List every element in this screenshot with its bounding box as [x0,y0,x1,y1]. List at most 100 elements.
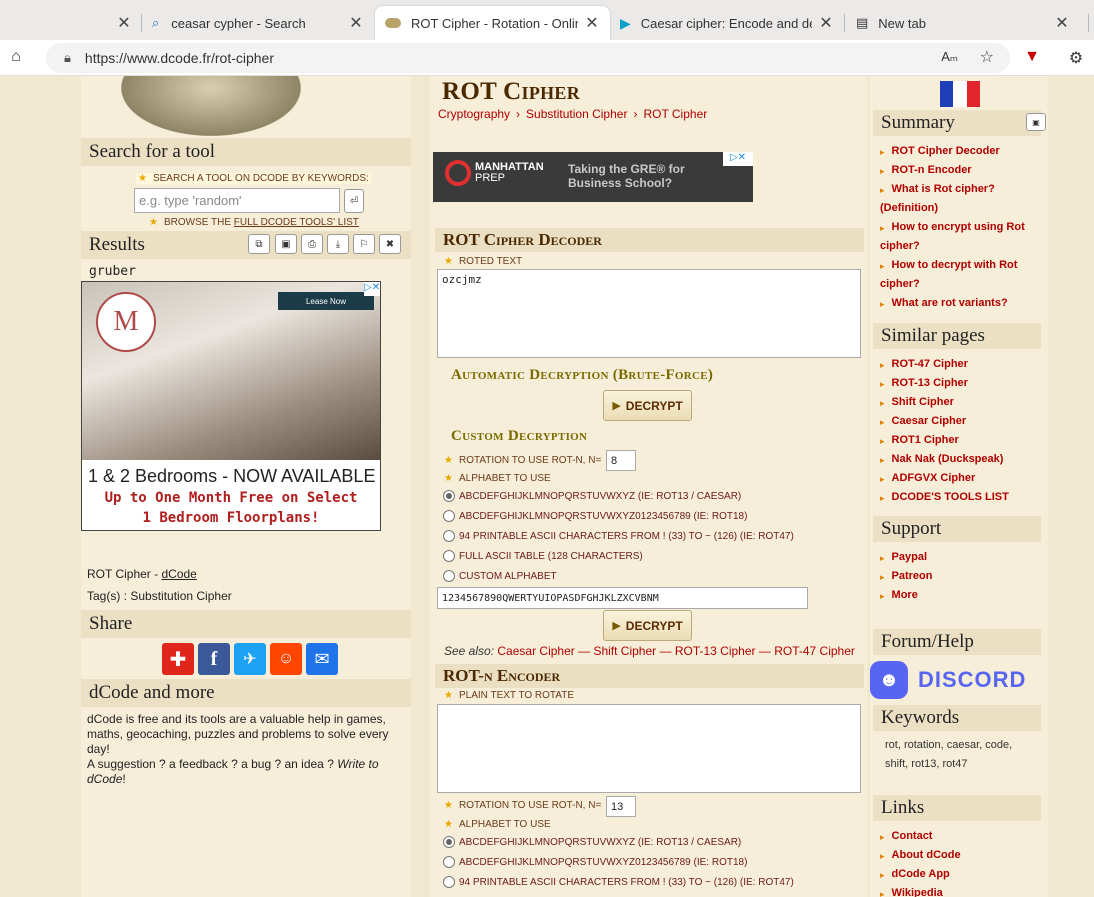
ad-choices-icon[interactable]: ▷✕ [364,282,380,296]
alphabet-option-ascii[interactable]: FULL ASCII TABLE (128 CHARACTERS) [443,550,643,562]
read-aloud-icon[interactable]: Aₘ [941,49,958,65]
support-paypal[interactable]: ▸ Paypal [880,551,927,564]
breadcrumb-cryptography[interactable]: Cryptography [438,107,510,121]
links-contact[interactable]: ▸ Contact [880,830,932,843]
french-flag-icon[interactable] [940,81,980,107]
ad-choices-icon[interactable]: ▷✕ [723,152,753,166]
favorite-add-icon[interactable]: ☆ [980,47,994,67]
links-wikipedia[interactable]: ▸ Wikipedia [880,887,943,897]
close-icon[interactable]: ✕ [584,13,600,33]
alphabet-option-custom[interactable]: CUSTOM ALPHABET [443,570,557,582]
close-results-icon[interactable]: ✖ [379,234,401,254]
reddit-icon[interactable]: ☺ [270,643,302,675]
close-icon[interactable]: ✕ [818,13,834,33]
search-submit-icon[interactable]: ⏎ [344,189,364,213]
twitter-icon[interactable]: ✈ [234,643,266,675]
tags: Tag(s) : Substitution Cipher [87,589,232,603]
summary-definition[interactable]: (Definition) [880,202,938,214]
tab-1[interactable]: ✕ [0,6,142,40]
collapse-summary-icon[interactable]: ▣ [1026,113,1046,131]
encoder-option-rot47[interactable]: 94 PRINTABLE ASCII CHARACTERS FROM ! (33… [443,876,794,888]
tab-3[interactable]: ROT Cipher - Rotation - Online R ✕ [375,6,610,40]
summary-encrypt[interactable]: ▸ How to encrypt using Rot [880,221,1025,234]
more-text: dCode is free and its tools are a valuab… [87,712,389,786]
plain-textarea[interactable] [437,704,861,793]
similar-adfgvx[interactable]: ▸ ADFGVX Cipher [880,472,975,485]
breadcrumb: Cryptography › Substitution Cipher › ROT C… [438,107,708,121]
decrypt-auto-button[interactable]: ▶ DECRYPT [603,390,692,421]
extension-icon[interactable]: ▼ [1022,48,1042,66]
email-icon[interactable]: ✉ [306,643,338,675]
custom-alphabet-input[interactable]: 1234567890QWERTYUIOPASDFGHJKLZXCVBNM [437,587,808,609]
summary-encoder[interactable]: ▸ ROT-n Encoder [880,164,972,177]
newtab-icon: ▤ [856,15,869,30]
support-patreon[interactable]: ▸ Patreon [880,570,933,583]
alphabet-option-rot13[interactable]: ABCDEFGHIJKLMNOPQRSTUVWXYZ (IE: ROT13 / … [443,490,741,502]
tab-2[interactable]: ⌕ ceasar cypher - Search ✕ [142,6,374,40]
see-also-rot47[interactable]: ROT-47 Cipher [774,644,855,658]
pin-icon[interactable]: ⚐ [353,234,375,254]
screenshot-icon[interactable]: ▣ [275,234,297,254]
see-also-rot13[interactable]: ROT-13 Cipher [675,644,756,658]
encoder-option-rot18[interactable]: ABCDEFGHIJKLMNOPQRSTUVWXYZ0123456789 (IE… [443,856,747,868]
similar-tools-list[interactable]: ▸ DCODE'S TOOLS LIST [880,491,1009,504]
alphabet-option-rot47[interactable]: 94 PRINTABLE ASCII CHARACTERS FROM ! (33… [443,530,794,542]
similar-title: Similar pages [873,323,1041,349]
lease-now-button[interactable]: Lease Now [278,292,374,310]
download-icon[interactable]: ⤓ [327,234,349,254]
support-more[interactable]: ▸ More [880,589,918,602]
main-column: ROT Cipher Cryptography › Substitution Ci… [430,76,867,897]
tab-5[interactable]: ▤ New tab ✕ [846,6,1080,40]
links-app[interactable]: ▸ dCode App [880,868,950,881]
similar-caesar[interactable]: ▸ Caesar Cipher [880,415,966,428]
more-title: dCode and more [81,679,411,707]
copy-icon[interactable]: ⧉ [248,234,270,254]
summary-decrypt-cont[interactable]: cipher? [880,278,920,290]
extensions-puzzle-icon[interactable]: ⚙ [1066,48,1086,68]
tab-4[interactable]: ▶ Caesar cipher: Encode and deco ✕ [610,6,844,40]
home-icon[interactable]: ⌂ [6,48,26,66]
decrypt-custom-button[interactable]: ▶ DECRYPT [603,610,692,641]
full-tools-list-link[interactable]: FULL DCODE TOOLS' LIST [234,217,359,228]
ad-brand: MANHATTAN PREP [475,161,544,184]
discord-link[interactable]: ☻ DISCORD [870,660,1035,700]
similar-rot1[interactable]: ▸ ROT1 Cipher [880,434,959,447]
alphabet-option-rot18[interactable]: ABCDEFGHIJKLMNOPQRSTUVWXYZ0123456789 (IE… [443,510,747,522]
encoder-option-rot13[interactable]: ABCDEFGHIJKLMNOPQRSTUVWXYZ (IE: ROT13 / … [443,836,741,848]
discord-label: DISCORD [918,667,1027,692]
similar-naknak[interactable]: ▸ Nak Nak (Duckspeak) [880,453,1003,466]
search-keyword-label: ★ SEARCH A TOOL ON DCODE BY KEYWORDS: [136,173,371,184]
rot-n-input[interactable]: 8 [606,450,636,471]
roted-textarea[interactable]: ozcjmz [437,269,861,358]
see-also-caesar[interactable]: Caesar Cipher [497,644,574,658]
summary-decrypt[interactable]: ▸ How to decrypt with Rot [880,259,1017,272]
tab-label: ceasar cypher - Search [171,15,306,31]
summary-what-is[interactable]: ▸ What is Rot cipher? [880,183,995,196]
lock-icon: 🔒︎ [64,50,71,65]
search-input[interactable]: e.g. type 'random' [134,188,340,213]
ad-manhattan[interactable]: MANHATTAN PREP Taking the GRE® for Busines… [433,152,753,202]
close-icon[interactable]: ✕ [348,13,364,33]
summary-decoder[interactable]: ▸ ROT Cipher Decoder [880,145,1000,158]
encoder-rot-n-input[interactable]: 13 [606,796,636,817]
ad-apartments[interactable]: M Lease Now ▷✕ 1 & 2 Bedrooms - NOW AVAI… [81,281,381,531]
breadcrumb-substitution[interactable]: Substitution Cipher [526,107,627,121]
decoder-title: ROT Cipher Decoder [435,228,864,252]
tab-label: ROT Cipher - Rotation - Online R [411,15,578,31]
similar-rot47[interactable]: ▸ ROT-47 Cipher [880,358,968,371]
breadcrumb-rot[interactable]: ROT Cipher [643,107,707,121]
summary-variants[interactable]: ▸ What are rot variants? [880,297,1008,310]
see-also-shift[interactable]: Shift Cipher [593,644,656,658]
url-field[interactable]: 🔒︎ https://www.dcode.fr/rot-cipher Aₘ ☆ [46,43,1010,73]
links-about[interactable]: ▸ About dCode [880,849,961,862]
dcode-link[interactable]: dCode [161,567,196,581]
similar-shift[interactable]: ▸ Shift Cipher [880,396,954,409]
summary-title: Summary [873,110,1041,136]
print-icon[interactable]: ⎙ [301,234,323,254]
facebook-icon[interactable]: f [198,643,230,675]
similar-rot13[interactable]: ▸ ROT-13 Cipher [880,377,968,390]
summary-encrypt-cont[interactable]: cipher? [880,240,920,252]
close-icon[interactable]: ✕ [116,13,132,33]
close-icon[interactable]: ✕ [1054,13,1070,33]
share-plus-icon[interactable]: ✚ [162,643,194,675]
